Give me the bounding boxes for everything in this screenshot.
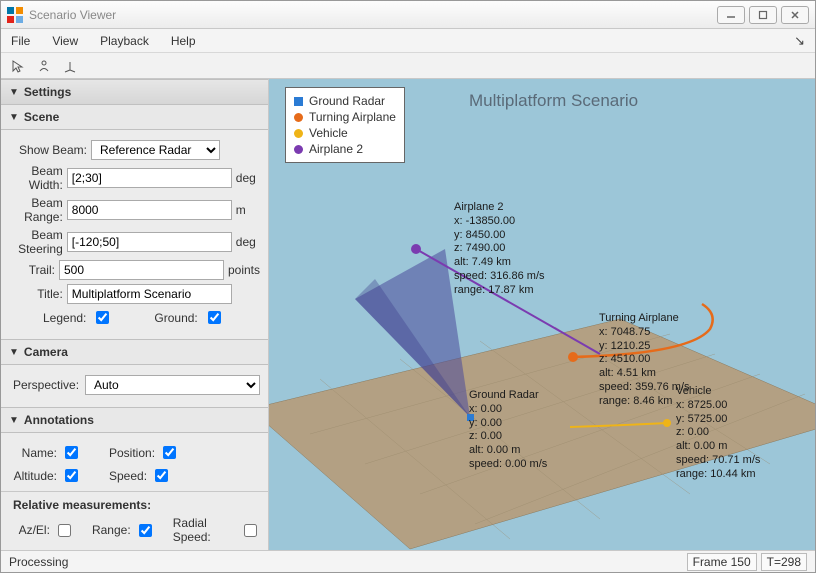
- camera-header[interactable]: ▼ Camera: [1, 339, 268, 365]
- rel-radial-checkbox[interactable]: [244, 524, 257, 537]
- airplane2-annotation: Airplane 2 x: -13850.00 y: 8450.00 z: 74…: [454, 201, 545, 297]
- scene-header-label: Scene: [24, 110, 59, 124]
- chevron-down-icon: ▼: [9, 112, 19, 123]
- beam-steering-label: Beam Steering: [13, 228, 67, 256]
- legend-checkbox[interactable]: [96, 311, 109, 324]
- status-time: T=298: [761, 553, 807, 571]
- anno-altitude-checkbox[interactable]: [65, 469, 78, 482]
- title-input[interactable]: [67, 284, 232, 304]
- ground-label: Ground:: [154, 311, 197, 325]
- rel-radial-label: Radial Speed:: [173, 516, 236, 544]
- beam-width-unit: deg: [232, 171, 260, 185]
- status-bar: Processing Frame 150 T=298: [1, 550, 815, 572]
- app-logo-icon: [7, 7, 23, 23]
- beam-range-label: Beam Range:: [13, 196, 67, 224]
- trail-input[interactable]: [59, 260, 224, 280]
- chevron-down-icon: ▼: [9, 87, 19, 98]
- scene-header[interactable]: ▼ Scene: [1, 105, 268, 130]
- anno-speed-checkbox[interactable]: [155, 469, 168, 482]
- ground-radar-annotation: Ground Radar x: 0.00 y: 0.00 z: 0.00 alt…: [469, 389, 547, 472]
- status-processing: Processing: [9, 555, 68, 569]
- anno-position-label: Position:: [109, 446, 155, 460]
- rel-azel-checkbox[interactable]: [58, 524, 71, 537]
- maximize-button[interactable]: [749, 6, 777, 24]
- anno-name-label: Name:: [13, 446, 57, 460]
- vehicle-annotation: Vehicle x: 8725.00 y: 5725.00 z: 0.00 al…: [676, 385, 760, 481]
- anno-position-checkbox[interactable]: [163, 446, 176, 459]
- turning-airplane-marker: [568, 352, 578, 362]
- anno-name-checkbox[interactable]: [65, 446, 78, 459]
- tool-cursor-icon[interactable]: [7, 55, 29, 77]
- scene-viewport[interactable]: Ground Radar Turning Airplane Vehicle Ai…: [269, 79, 815, 550]
- settings-header-label: Settings: [24, 85, 71, 99]
- beam-width-label: Beam Width:: [13, 164, 67, 192]
- rel-range-label: Range:: [92, 523, 131, 537]
- trail-label: Trail:: [13, 263, 59, 277]
- menubar: File View Playback Help ↘: [1, 29, 815, 53]
- menu-view[interactable]: View: [52, 34, 78, 48]
- beam-range-input[interactable]: [67, 200, 232, 220]
- title-label: Title:: [13, 287, 67, 301]
- settings-header[interactable]: ▼ Settings: [1, 79, 268, 105]
- beam-width-input[interactable]: [67, 168, 232, 188]
- beam-steering-input[interactable]: [67, 232, 232, 252]
- close-button[interactable]: [781, 6, 809, 24]
- camera-header-label: Camera: [24, 345, 68, 359]
- titlebar: Scenario Viewer: [1, 1, 815, 29]
- status-frame: Frame 150: [687, 553, 757, 571]
- annotations-header[interactable]: ▼ Annotations: [1, 407, 268, 433]
- rel-azel-label: Az/El:: [13, 523, 50, 537]
- chevron-down-icon: ▼: [9, 347, 19, 358]
- annotations-header-label: Annotations: [24, 413, 94, 427]
- window-title: Scenario Viewer: [29, 8, 116, 22]
- perspective-label: Perspective:: [13, 378, 85, 392]
- trail-unit: points: [224, 263, 260, 277]
- perspective-select[interactable]: Auto: [85, 375, 260, 395]
- undock-icon[interactable]: ↘: [794, 33, 805, 49]
- show-beam-label: Show Beam:: [13, 143, 91, 157]
- menu-help[interactable]: Help: [171, 34, 196, 48]
- rel-range-checkbox[interactable]: [139, 524, 152, 537]
- settings-panel: ▼ Settings ▼ Scene Show Beam: Reference …: [1, 79, 269, 550]
- tool-person-icon[interactable]: [33, 55, 55, 77]
- chevron-down-icon: ▼: [9, 415, 19, 426]
- anno-speed-label: Speed:: [109, 469, 147, 483]
- menu-playback[interactable]: Playback: [100, 34, 149, 48]
- anno-altitude-label: Altitude:: [13, 469, 57, 483]
- legend-label: Legend:: [43, 311, 86, 325]
- tool-axes-icon[interactable]: [59, 55, 81, 77]
- show-beam-select[interactable]: Reference Radar: [91, 140, 220, 160]
- minimize-button[interactable]: [717, 6, 745, 24]
- beam-range-unit: m: [232, 203, 260, 217]
- menu-file[interactable]: File: [11, 34, 30, 48]
- beam-steering-unit: deg: [232, 235, 260, 249]
- vehicle-marker: [663, 419, 671, 427]
- ground-checkbox[interactable]: [208, 311, 221, 324]
- relative-header: Relative measurements:: [13, 498, 260, 512]
- toolbar: [1, 53, 815, 79]
- airplane2-marker: [411, 244, 421, 254]
